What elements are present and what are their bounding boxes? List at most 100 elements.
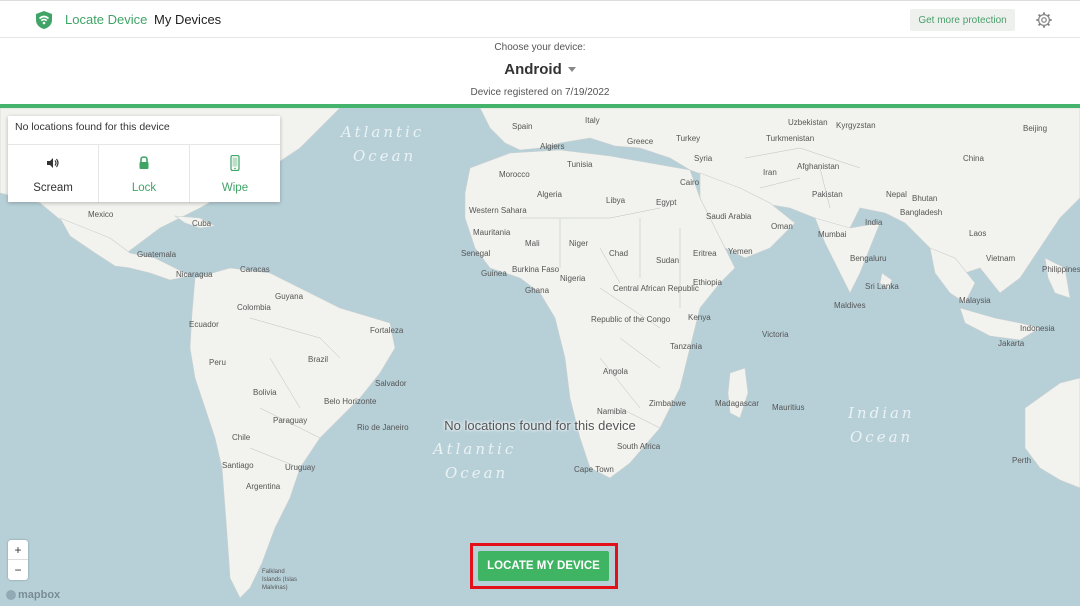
place-label: Mali [525, 239, 540, 248]
place-label: Cuba [192, 219, 212, 228]
place-label: Kenya [688, 313, 711, 322]
device-selector[interactable]: Android [490, 59, 590, 79]
place-label: Greece [627, 137, 654, 146]
place-label: Syria [694, 154, 713, 163]
place-label: Argentina [246, 482, 281, 491]
place-label: China [963, 154, 984, 163]
place-label: Mauritius [772, 403, 805, 412]
place-label: Senegal [461, 249, 491, 258]
zoom-out-button[interactable]: − [8, 560, 28, 580]
place-label: Angola [603, 367, 628, 376]
place-label: Yemen [728, 247, 753, 256]
place-label: Madagascar [715, 399, 760, 408]
place-label: Ecuador [189, 320, 219, 329]
place-label: Nigeria [560, 274, 586, 283]
place-label: Laos [969, 229, 987, 238]
place-label: Sri Lanka [865, 282, 899, 291]
place-label: Eritrea [693, 249, 717, 258]
place-label: Malaysia [959, 296, 991, 305]
place-label: Libya [606, 196, 626, 205]
mapbox-attribution[interactable]: mapbox [6, 589, 60, 601]
place-label: Fortaleza [370, 326, 404, 335]
place-label: Guinea [481, 269, 507, 278]
place-label: India [865, 218, 883, 227]
place-label: Mauritania [473, 228, 511, 237]
speaker-icon [47, 158, 59, 168]
place-label: Santiago [222, 461, 254, 470]
place-label: Brazil [308, 355, 329, 364]
lock-icon [139, 156, 149, 169]
ocean-label: Atlantic [341, 123, 425, 141]
nav-locate-device[interactable]: Locate Device [65, 12, 147, 27]
lock-button[interactable]: Lock [99, 145, 190, 202]
place-label: Turkmenistan [766, 134, 815, 143]
place-label: Afghanistan [797, 162, 840, 171]
chevron-down-icon[interactable] [567, 66, 576, 72]
place-label: Jakarta [998, 339, 1025, 348]
place-label: Namibia [597, 407, 627, 416]
mapbox-label: mapbox [18, 589, 61, 601]
place-label: Morocco [499, 170, 530, 179]
place-label: Algeria [537, 190, 562, 199]
place-label: Ethiopia [693, 278, 722, 287]
place-label: Sudan [656, 256, 680, 265]
place-label: Nicaragua [176, 270, 213, 279]
ocean-label: Atlantic [433, 440, 517, 458]
place-label: Bengaluru [850, 254, 887, 263]
place-label: Central African Republic [613, 284, 699, 293]
place-label: Mexico [88, 210, 114, 219]
place-label: Iran [763, 168, 777, 177]
place-label: Western Sahara [469, 206, 527, 215]
place-label: Ghana [525, 286, 550, 295]
place-label: Spain [512, 122, 533, 131]
get-more-protection-button[interactable]: Get more protection [910, 9, 1015, 31]
wipe-label: Wipe [221, 182, 249, 194]
device-actions-card: No locations found for this device Screa… [8, 116, 280, 202]
place-label: Bangladesh [900, 208, 943, 217]
mapbox-logo-icon [6, 590, 16, 600]
place-label: Algiers [540, 142, 565, 151]
place-label: Chile [232, 433, 251, 442]
scream-label: Scream [33, 182, 73, 194]
zoom-in-button[interactable]: + [8, 540, 28, 560]
place-label: Nepal [886, 190, 907, 199]
place-label: Oman [771, 222, 793, 231]
nav-my-devices[interactable]: My Devices [154, 12, 221, 27]
gear-icon[interactable] [1035, 11, 1053, 29]
place-label: Guatemala [137, 250, 177, 259]
place-label: Burkina Faso [512, 265, 560, 274]
place-label: Beijing [1023, 124, 1048, 133]
place-label: Uruguay [285, 463, 316, 472]
place-label: Turkey [676, 134, 701, 143]
place-label: Perth [1012, 456, 1032, 465]
place-label: Kyrgyzstan [836, 121, 876, 130]
zoom-controls: + − [8, 540, 28, 580]
place-label: Cairo [680, 178, 700, 187]
place-label: Vietnam [986, 254, 1016, 263]
device-header: Choose your device: Android Device regis… [0, 38, 1080, 104]
device-name[interactable]: Android [504, 61, 562, 78]
card-actions: Scream Lock Wipe [8, 144, 280, 202]
place-label: Falkland Islands (Islas Malvinas) [262, 569, 298, 591]
wipe-button[interactable]: Wipe [190, 145, 280, 202]
place-label: Mumbai [818, 230, 847, 239]
locate-my-device-button[interactable]: LOCATE MY DEVICE [478, 551, 609, 581]
scream-button[interactable]: Scream [8, 145, 99, 202]
place-label: South Africa [617, 442, 661, 451]
phone-icon [230, 155, 240, 171]
place-label: Belo Horizonte [324, 397, 377, 406]
place-label: Pakistan [812, 190, 843, 199]
place-label: Guyana [275, 292, 304, 301]
place-label: Republic of the Congo [591, 315, 671, 324]
place-label: Colombia [237, 303, 271, 312]
ocean-label: Ocean [445, 464, 509, 482]
place-label: Saudi Arabia [706, 212, 752, 221]
place-label: Bhutan [912, 194, 938, 203]
place-label: Italy [585, 116, 600, 125]
place-label: Victoria [762, 330, 789, 339]
place-label: Maldives [834, 301, 866, 310]
place-label: Philippines [1042, 265, 1080, 274]
place-label: Salvador [375, 379, 407, 388]
place-label: Peru [209, 358, 226, 367]
shield-wifi-logo-icon[interactable] [34, 10, 54, 30]
